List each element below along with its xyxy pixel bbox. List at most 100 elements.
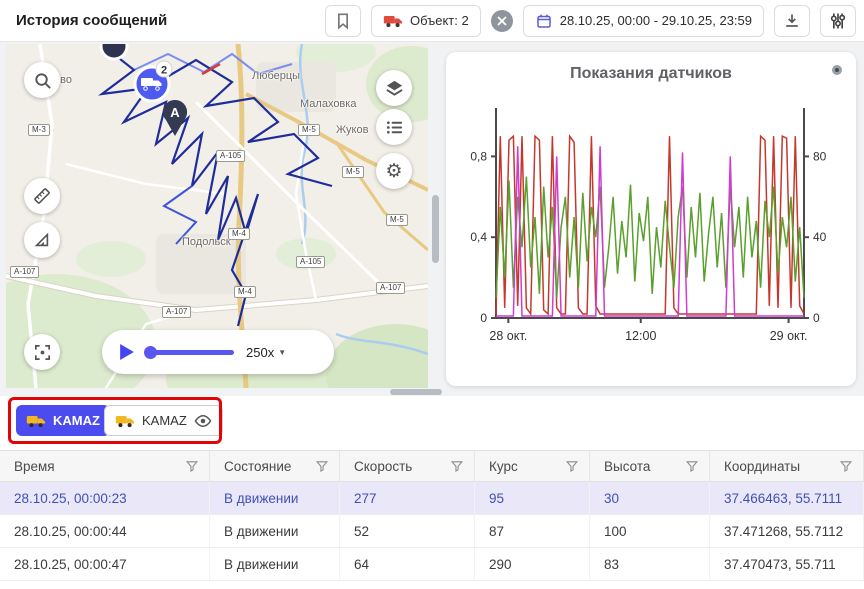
top-bar-actions: Объект: 2 28.10.25, 00:00 - 29.10.25, 23… [325, 5, 856, 37]
map-settings-button[interactable]: ⚙ [376, 153, 412, 189]
list-icon [385, 118, 404, 137]
table-cell: 87 [475, 515, 590, 547]
download-button[interactable] [774, 5, 810, 37]
filter-icon[interactable] [315, 459, 329, 473]
clear-object-button[interactable] [491, 10, 513, 32]
map-focus-button[interactable] [24, 334, 60, 370]
filter-icon[interactable] [839, 459, 853, 473]
filter-icon[interactable] [565, 459, 579, 473]
table-cell: 37.466463, 55.7111 [710, 482, 864, 514]
svg-text:0,8: 0,8 [470, 149, 487, 163]
column-header-4: Высота [590, 451, 710, 481]
table-cell: В движении [210, 515, 340, 547]
bottom-panel: KAMAZ KAMAZ Время Состояние СкоростьКурс Вы… [0, 396, 864, 589]
map-search-button[interactable] [24, 62, 60, 98]
playback-bar: 250x ▼ [102, 330, 334, 374]
table-cell: 290 [475, 548, 590, 580]
truck-icon [26, 414, 46, 428]
sliders-icon [828, 11, 848, 31]
eye-icon[interactable] [194, 414, 212, 428]
filter-icon[interactable] [685, 459, 699, 473]
focus-icon [33, 343, 52, 362]
map-panel[interactable]: A 2 овоЛюберцыМалаховкаЖуковПодольскМ-3М… [6, 44, 428, 388]
column-header-1: Состояние [210, 451, 340, 481]
sensor-chart-card: Показания датчиков 000,4400,88028 окт.12… [446, 52, 856, 386]
map-city-label: Подольск [182, 236, 231, 248]
column-header-label: Высота [604, 459, 650, 474]
table-cell: 28.10.25, 00:00:23 [0, 482, 210, 514]
chevron-down-icon: ▼ [278, 348, 286, 357]
chart-title: Показания датчиков [570, 65, 732, 83]
playback-speed-value: 250x [246, 345, 274, 360]
record-icon[interactable] [832, 65, 842, 75]
filter-icon[interactable] [185, 459, 199, 473]
road-shield-label: А-107 [376, 282, 405, 294]
map-ruler-button[interactable] [24, 178, 60, 214]
search-icon [33, 71, 52, 90]
bookmark-button[interactable] [325, 5, 361, 37]
vehicle-count-badge: 2 [161, 65, 167, 77]
play-button[interactable] [120, 344, 134, 360]
column-header-2: Скорость [340, 451, 475, 481]
vertical-scrollbar-thumb[interactable] [432, 195, 439, 263]
svg-text:29 окт.: 29 окт. [770, 329, 808, 343]
page-title: История сообщений [16, 12, 167, 29]
map-angle-button[interactable] [24, 222, 60, 258]
column-header-label: Время [14, 459, 55, 474]
playback-slider[interactable] [146, 350, 234, 355]
filter-settings-button[interactable] [820, 5, 856, 37]
column-header-label: Состояние [224, 459, 291, 474]
unit-tag-label: KAMAZ [142, 413, 187, 428]
layers-icon [385, 79, 404, 98]
road-shield-label: А-107 [162, 306, 191, 318]
table-cell: 100 [590, 515, 710, 547]
bookmark-icon [333, 11, 353, 31]
table-cell: 64 [340, 548, 475, 580]
table-cell: В движении [210, 548, 340, 580]
svg-text:0: 0 [480, 311, 487, 325]
svg-text:80: 80 [813, 149, 827, 163]
truck-icon [115, 414, 135, 428]
column-header-3: Курс [475, 451, 590, 481]
table-cell: 28.10.25, 00:00:44 [0, 515, 210, 547]
date-range-button[interactable]: 28.10.25, 00:00 - 29.10.25, 23:59 [523, 5, 764, 37]
filter-icon[interactable] [450, 459, 464, 473]
horizontal-scrollbar-thumb[interactable] [390, 389, 442, 395]
table-cell: 37.471268, 55.7112 [710, 515, 864, 547]
table-cell: 52 [340, 515, 475, 547]
map-layers-button[interactable] [376, 70, 412, 106]
unit-tag-kamaz-active[interactable]: KAMAZ [16, 405, 110, 436]
table-cell: 95 [475, 482, 590, 514]
gear-icon: ⚙ [385, 162, 402, 181]
road-shield-label: М-4 [228, 228, 250, 240]
unit-tag-label: KAMAZ [53, 413, 100, 428]
column-header-0: Время [0, 451, 210, 481]
table-row[interactable]: 28.10.25, 00:00:44В движении528710037.47… [0, 515, 864, 548]
road-shield-label: А-105 [296, 256, 325, 268]
road-shield-label: М-5 [342, 166, 364, 178]
road-shield-label: М-4 [234, 286, 256, 298]
column-header-label: Координаты [724, 459, 800, 474]
marker-partial[interactable] [101, 44, 127, 59]
unit-tag-kamaz[interactable]: KAMAZ [104, 405, 223, 436]
road-shield-label: М-5 [298, 124, 320, 136]
table-cell: 277 [340, 482, 475, 514]
playback-speed-select[interactable]: 250x ▼ [246, 345, 286, 360]
sensor-chart: 000,4400,88028 окт.12:0029 окт. [446, 96, 852, 364]
object-filter-chip[interactable]: Объект: 2 [371, 5, 481, 37]
map-city-label: Люберцы [252, 70, 300, 82]
road-shield-label: А-105 [216, 150, 245, 162]
date-range-label: 28.10.25, 00:00 - 29.10.25, 23:59 [560, 13, 752, 28]
road-shield-label: М-3 [28, 124, 50, 136]
map-list-button[interactable] [376, 109, 412, 145]
messages-table: Время Состояние СкоростьКурс Высота Координа… [0, 450, 864, 581]
playback-slider-knob[interactable] [144, 346, 157, 359]
svg-text:0: 0 [813, 311, 820, 325]
table-row[interactable]: 28.10.25, 00:00:47В движении642908337.47… [0, 548, 864, 581]
chart-header: Показания датчиков [446, 52, 856, 96]
pin-a-label: A [170, 105, 180, 120]
table-cell: В движении [210, 482, 340, 514]
svg-text:0,4: 0,4 [470, 230, 487, 244]
column-header-5: Координаты [710, 451, 864, 481]
table-row[interactable]: 28.10.25, 00:00:23В движении277953037.46… [0, 482, 864, 515]
